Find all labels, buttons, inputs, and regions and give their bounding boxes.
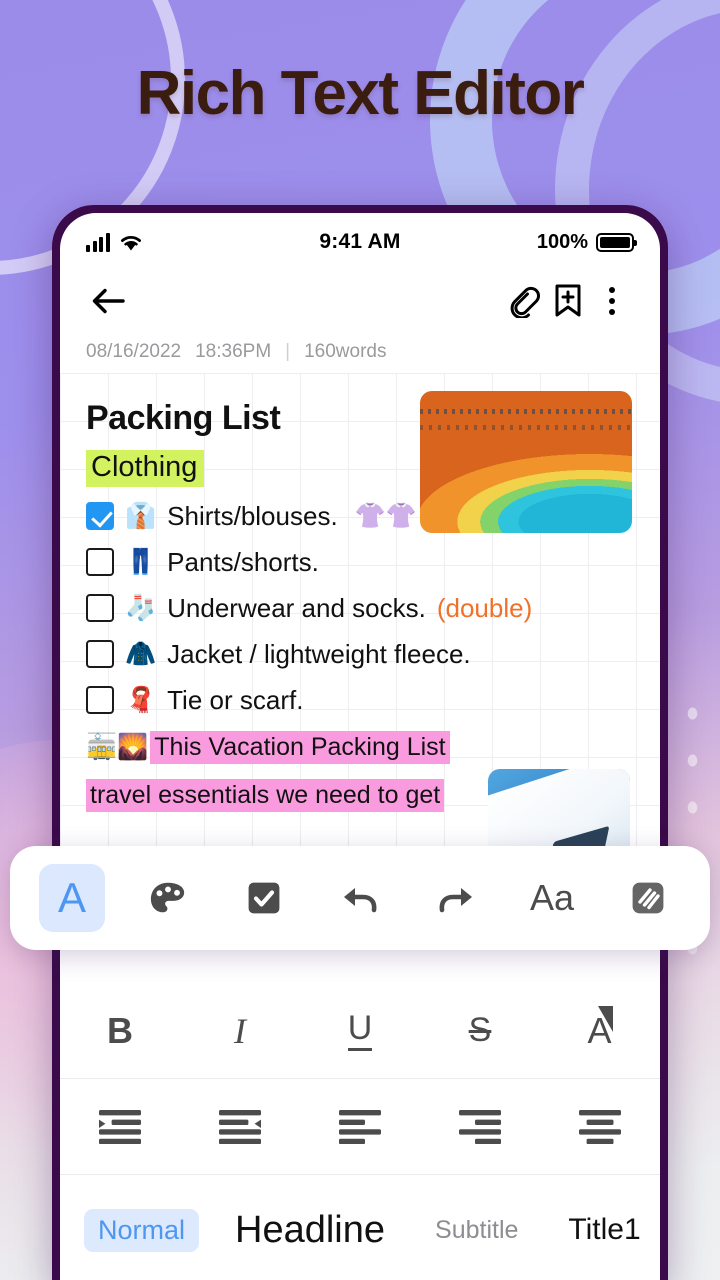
checklist-checkbox[interactable]: [86, 594, 114, 622]
note-paragraph-line1: 🚋🌄 This Vacation Packing List: [86, 723, 634, 771]
note-content-area[interactable]: Packing List Clothing 👔 Shirts/blouses. 👚👚…: [60, 373, 660, 923]
train-sunrise-emoji: 🚋🌄: [86, 732, 149, 761]
format-row-paragraph-styles: Normal Headline Subtitle Title1: [60, 1175, 660, 1280]
underline-button[interactable]: U: [321, 1000, 399, 1062]
checklist-checkbox[interactable]: [86, 686, 114, 714]
undo-icon[interactable]: [327, 864, 393, 932]
phone-frame: 9:41 AM 100% 08/16/2022 18:36PM | 160wor…: [52, 205, 668, 1280]
app-bar: [60, 271, 660, 331]
phone-screen: 9:41 AM 100% 08/16/2022 18:36PM | 160wor…: [60, 213, 660, 1280]
checklist-item-label: Underwear and socks.: [167, 592, 426, 623]
checklist-checkbox[interactable]: [86, 502, 114, 530]
checklist-item-label: Jacket / lightweight fleece.: [167, 638, 471, 669]
text-color-button[interactable]: A: [561, 1000, 639, 1062]
text-color-swatch-icon: [597, 1005, 613, 1032]
note-paragraph-line2-text: travel essentials we need to get: [86, 778, 445, 812]
floating-toolbar: A Aa: [10, 846, 710, 950]
checklist-checkbox[interactable]: [86, 640, 114, 668]
note-date: 08/16/2022: [86, 341, 182, 362]
checklist-item-label: Shirts/blouses.: [167, 500, 338, 531]
align-left-button[interactable]: [321, 1096, 399, 1158]
checklist-item-emoji: 🧦: [125, 593, 157, 622]
note-time: 18:36PM: [195, 341, 272, 362]
italic-button[interactable]: I: [201, 1000, 279, 1062]
strikethrough-button-label: S: [468, 1011, 492, 1049]
status-bar-right: 100%: [536, 230, 637, 254]
italic-button-label: I: [234, 1010, 246, 1051]
page-title: Rich Text Editor: [136, 59, 585, 128]
style-subtitle[interactable]: Subtitle: [421, 1210, 532, 1251]
note-paragraph-line1-text: This Vacation Packing List: [150, 730, 450, 764]
checklist-item-label: Pants/shorts.: [167, 546, 319, 577]
checklist-icon[interactable]: [231, 864, 297, 932]
font-size-icon[interactable]: Aa: [519, 864, 585, 932]
indent-decrease-button[interactable]: [201, 1096, 279, 1158]
style-title1[interactable]: Title1: [554, 1207, 654, 1253]
meta-divider: |: [285, 341, 291, 362]
checklist-checkbox[interactable]: [86, 548, 114, 576]
text-format-icon[interactable]: A: [39, 864, 105, 932]
checklist-item-suffix-emoji: 👚👚: [354, 501, 417, 530]
color-palette-icon[interactable]: [135, 864, 201, 932]
font-size-glyph: Aa: [529, 877, 575, 918]
format-row-text-style: BIUSA: [60, 983, 660, 1079]
underline-button-label: U: [347, 1011, 373, 1051]
battery-percent-label: 100%: [536, 230, 588, 253]
checklist-item-annotation: (double): [436, 592, 533, 623]
note-section-heading: Clothing: [86, 450, 205, 487]
grand-prismatic-spring-photo[interactable]: [420, 391, 632, 533]
redo-icon[interactable]: [423, 864, 489, 932]
align-center-button[interactable]: [561, 1096, 639, 1158]
bold-button-label: B: [107, 1009, 133, 1051]
format-row-alignment: [60, 1079, 660, 1175]
link-attachment-icon[interactable]: [502, 279, 546, 323]
battery-full-icon: [596, 232, 637, 252]
checklist-item-label: Tie or scarf.: [167, 684, 304, 715]
checklist-item-emoji: 🧣: [125, 685, 157, 714]
style-headline[interactable]: Headline: [221, 1203, 399, 1258]
note-meta: 08/16/2022 18:36PM | 160words: [60, 331, 660, 373]
checklist-item[interactable]: 🧣 Tie or scarf.: [86, 677, 634, 723]
highlighter-icon[interactable]: [615, 864, 681, 932]
format-panel: B I U S A Normal Headline Subtitle Title1: [60, 923, 660, 1280]
style-normal[interactable]: Normal: [84, 1208, 200, 1252]
checklist-item-emoji: 🧥: [125, 639, 157, 668]
checklist-item[interactable]: 🧥 Jacket / lightweight fleece.: [86, 631, 634, 677]
indent-increase-button[interactable]: [81, 1096, 159, 1158]
more-vertical-icon[interactable]: [590, 279, 634, 323]
status-bar: 9:41 AM 100%: [60, 213, 660, 271]
checklist-item-emoji: 👖: [125, 547, 157, 576]
checklist-item[interactable]: 👖 Pants/shorts.: [86, 539, 634, 585]
back-arrow-icon[interactable]: [86, 279, 130, 323]
checklist-item-emoji: 👔: [125, 501, 157, 530]
align-right-button[interactable]: [441, 1096, 519, 1158]
note-word-count: 160words: [304, 341, 387, 362]
bold-button[interactable]: B: [81, 1000, 159, 1062]
checklist-item[interactable]: 🧦 Underwear and socks. (double): [86, 585, 634, 631]
strikethrough-button[interactable]: S: [441, 1000, 519, 1062]
text-format-glyph: A: [57, 874, 86, 921]
bookmark-add-icon[interactable]: [546, 279, 590, 323]
